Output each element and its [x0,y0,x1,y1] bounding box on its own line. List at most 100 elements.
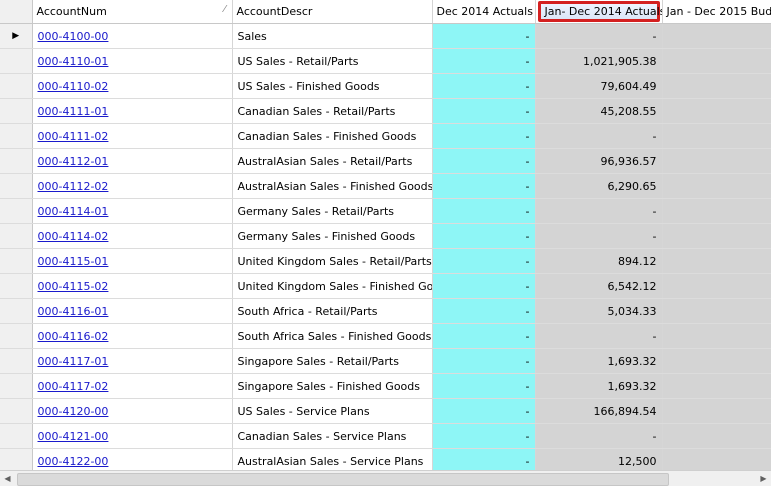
account-num-link[interactable]: 000-4110-01 [38,55,109,68]
row-selector[interactable] [0,123,33,149]
ytd-actuals-cell[interactable]: 6,290.65 [535,173,663,199]
account-num-link[interactable]: 000-4117-01 [38,355,109,368]
ytd-actuals-cell[interactable]: 1,693.32 [535,348,663,374]
account-num-link[interactable]: 000-4112-02 [38,180,109,193]
ytd-actuals-cell[interactable]: 45,208.55 [535,98,663,124]
budget-cell[interactable] [662,398,771,424]
dec-actuals-cell[interactable]: - [432,48,536,74]
ytd-actuals-cell[interactable]: 1,693.32 [535,373,663,399]
account-descr-cell[interactable]: United Kingdom Sales - Retail/Parts [232,248,433,274]
ytd-actuals-cell[interactable]: 6,542.12 [535,273,663,299]
budget-cell[interactable] [662,373,771,399]
account-num-link[interactable]: 000-4122-00 [38,455,109,468]
budget-cell[interactable] [662,173,771,199]
dec-actuals-cell[interactable]: - [432,423,536,449]
row-selector[interactable] [0,48,33,74]
table-row[interactable]: 000-4114-02 Germany Sales - Finished Good… [0,223,771,249]
ytd-actuals-cell[interactable]: - [535,223,663,249]
dec-actuals-cell[interactable]: - [432,173,536,199]
budget-cell[interactable]: 45,208 [662,98,771,124]
table-row[interactable]: 000-4112-02 AustralAsian Sales - Finished… [0,173,771,199]
budget-cell[interactable]: 1 [662,73,771,99]
dec-actuals-cell[interactable]: - [432,373,536,399]
account-descr-cell[interactable]: US Sales - Finished Goods [232,73,433,99]
dec-actuals-cell[interactable]: - [432,123,536,149]
account-num-link[interactable]: 000-4111-01 [38,105,109,118]
table-row[interactable]: 000-4112-01 AustralAsian Sales - Retail/P… [0,148,771,174]
table-row[interactable]: 000-4121-00 Canadian Sales - Service Plan… [0,423,771,449]
ytd-actuals-cell[interactable]: - [535,123,663,149]
dec-actuals-cell[interactable]: - [432,148,536,174]
ytd-actuals-cell[interactable]: - [535,198,663,224]
header-dec-actuals[interactable]: Dec 2014 Actuals [432,0,536,24]
account-num-link[interactable]: 000-4121-00 [38,430,109,443]
dec-actuals-cell[interactable]: - [432,273,536,299]
budget-cell[interactable] [662,223,771,249]
ytd-actuals-cell[interactable]: 1,021,905.38 [535,48,663,74]
dec-actuals-cell[interactable]: - [432,198,536,224]
account-descr-cell[interactable]: AustralAsian Sales - Service Plans [232,448,433,470]
ytd-actuals-cell[interactable]: - [535,323,663,349]
account-descr-cell[interactable]: AustralAsian Sales - Retail/Parts [232,148,433,174]
dec-actuals-cell[interactable]: - [432,448,536,470]
row-selector[interactable] [0,398,33,424]
ytd-actuals-cell[interactable]: 5,034.33 [535,298,663,324]
dec-actuals-cell[interactable]: - [432,248,536,274]
dec-actuals-cell[interactable]: - [432,73,536,99]
account-num-link[interactable]: 000-4115-01 [38,255,109,268]
ytd-actuals-cell[interactable]: 166,894.54 [535,398,663,424]
budget-cell[interactable] [662,448,771,470]
ytd-actuals-cell[interactable]: - [535,23,663,49]
ytd-actuals-cell[interactable]: - [535,423,663,449]
table-row[interactable]: 000-4115-02 United Kingdom Sales - Finish… [0,273,771,299]
account-num-link[interactable]: 000-4117-02 [38,380,109,393]
table-row[interactable]: 000-4120-00 US Sales - Service Plans -166,… [0,398,771,424]
dec-actuals-cell[interactable]: - [432,23,536,49]
row-selector[interactable] [0,448,33,470]
dec-actuals-cell[interactable]: - [432,98,536,124]
row-selector[interactable] [0,148,33,174]
budget-cell[interactable] [662,273,771,299]
budget-cell[interactable]: 22,1 [662,23,771,49]
table-row[interactable]: 000-4117-02 Singapore Sales - Finished Go… [0,373,771,399]
header-ytd-actuals[interactable]: Jan- Dec 2014 Actuals [535,0,663,24]
account-descr-cell[interactable]: Canadian Sales - Finished Goods [232,123,433,149]
account-descr-cell[interactable]: US Sales - Retail/Parts [232,48,433,74]
ytd-actuals-cell[interactable]: 894.12 [535,248,663,274]
account-num-link[interactable]: 000-4116-02 [38,330,109,343]
account-num-link[interactable]: 000-4116-01 [38,305,109,318]
row-selector[interactable] [0,198,33,224]
row-selector[interactable] [0,423,33,449]
account-num-link[interactable]: 000-4115-02 [38,280,109,293]
table-row[interactable]: 000-4111-02 Canadian Sales - Finished Goo… [0,123,771,149]
scroll-right-icon[interactable]: ▶ [756,471,771,486]
account-num-link[interactable]: 000-4120-00 [38,405,109,418]
current-row-indicator-icon[interactable]: ▶ [0,23,33,49]
dec-actuals-cell[interactable]: - [432,348,536,374]
dec-actuals-cell[interactable]: - [432,323,536,349]
account-num-link[interactable]: 000-4100-00 [38,30,109,43]
account-descr-cell[interactable]: US Sales - Service Plans [232,398,433,424]
table-row[interactable]: 000-4116-01 South Africa - Retail/Parts -5… [0,298,771,324]
table-row[interactable]: 000-4117-01 Singapore Sales - Retail/Part… [0,348,771,374]
row-selector[interactable] [0,373,33,399]
horizontal-scrollbar[interactable]: ◀ ▶ [0,470,771,486]
row-selector[interactable] [0,98,33,124]
account-descr-cell[interactable]: South Africa - Retail/Parts [232,298,433,324]
account-descr-cell[interactable]: Sales [232,23,433,49]
account-descr-cell[interactable]: Canadian Sales - Retail/Parts [232,98,433,124]
budget-cell[interactable] [662,148,771,174]
table-row[interactable]: 000-4116-02 South Africa Sales - Finished… [0,323,771,349]
row-selector[interactable] [0,298,33,324]
budget-cell[interactable] [662,248,771,274]
budget-cell[interactable] [662,298,771,324]
table-row[interactable]: 000-4110-01 US Sales - Retail/Parts -1,021… [0,48,771,74]
account-num-link[interactable]: 000-4111-02 [38,130,109,143]
account-num-link[interactable]: 000-4110-02 [38,80,109,93]
scroll-left-icon[interactable]: ◀ [0,471,15,486]
dec-actuals-cell[interactable]: - [432,223,536,249]
dec-actuals-cell[interactable]: - [432,298,536,324]
budget-cell[interactable] [662,198,771,224]
row-selector[interactable] [0,273,33,299]
budget-cell[interactable]: 5 [662,123,771,149]
